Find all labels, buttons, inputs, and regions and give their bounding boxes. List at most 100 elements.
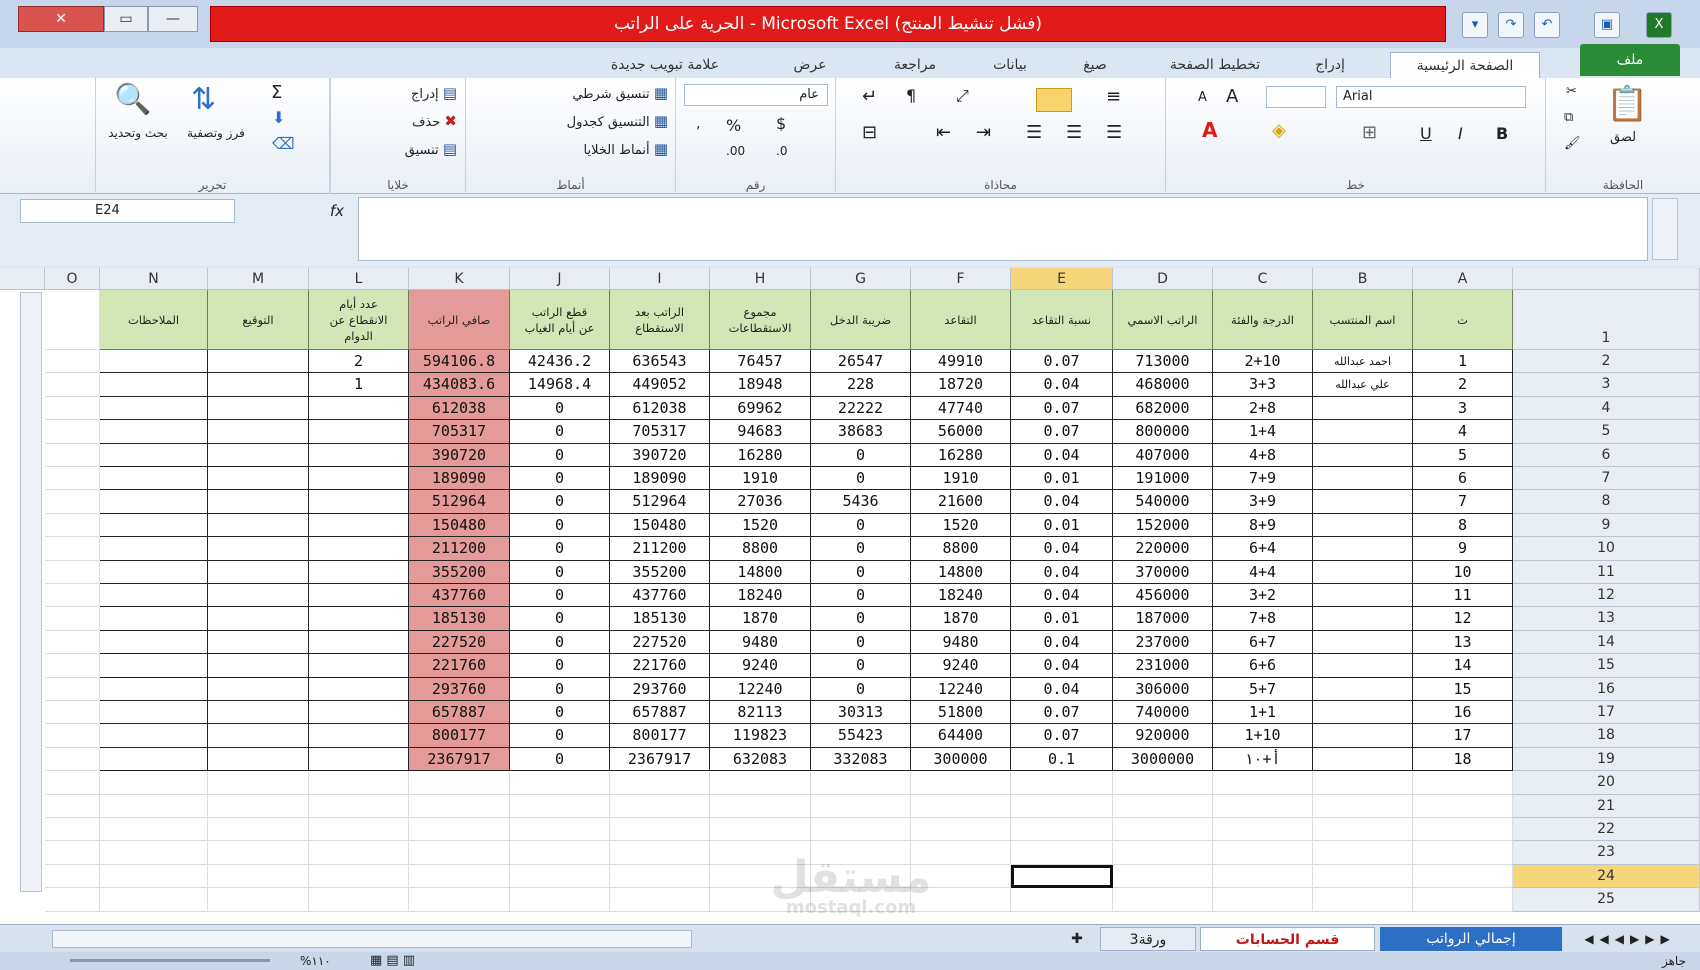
empty-cell[interactable]: [1113, 771, 1213, 795]
cell-a[interactable]: 2: [1413, 373, 1513, 397]
header-cell-d[interactable]: الراتب الاسمي: [1113, 290, 1213, 350]
empty-cell[interactable]: [309, 771, 409, 795]
cell-e[interactable]: 0.07: [1011, 420, 1113, 444]
header-cell-m[interactable]: التوقيع: [208, 290, 309, 350]
cell-j[interactable]: 0: [510, 490, 610, 514]
bold-button[interactable]: B: [1496, 124, 1508, 143]
cell-g[interactable]: 0: [811, 537, 911, 561]
cell-d[interactable]: 800000: [1113, 420, 1213, 444]
row-header[interactable]: 15: [1513, 654, 1700, 678]
cell-e[interactable]: 0.01: [1011, 513, 1113, 538]
empty-cell[interactable]: [811, 864, 911, 889]
cell-k[interactable]: 150480: [409, 513, 510, 538]
cell-d[interactable]: 306000: [1113, 677, 1213, 701]
empty-cell[interactable]: [208, 888, 309, 912]
percent-button[interactable]: %: [726, 116, 741, 135]
empty-cell[interactable]: [100, 841, 208, 865]
cell-n[interactable]: [100, 607, 208, 631]
cell-n[interactable]: [100, 443, 208, 467]
cell-k[interactable]: 657887: [409, 701, 510, 725]
cell-h[interactable]: 1520: [710, 513, 811, 538]
cell-i[interactable]: 612038: [610, 396, 710, 421]
column-header-l[interactable]: L: [309, 268, 409, 290]
cell-n[interactable]: [100, 654, 208, 678]
empty-cell[interactable]: [309, 888, 409, 912]
cell-g[interactable]: 0: [811, 584, 911, 608]
empty-cell[interactable]: [1113, 794, 1213, 818]
cell-h[interactable]: 119823: [710, 724, 811, 748]
cell-m[interactable]: [208, 420, 309, 444]
cell-g[interactable]: 38683: [811, 420, 911, 444]
cell-k[interactable]: 705317: [409, 420, 510, 444]
cell-c[interactable]: 6+7: [1213, 630, 1313, 655]
cell-l[interactable]: [309, 724, 409, 748]
cell-g[interactable]: 22222: [811, 396, 911, 421]
cell-c[interactable]: 6+4: [1213, 537, 1313, 561]
empty-cell[interactable]: [100, 794, 208, 818]
cell-i[interactable]: 185130: [610, 607, 710, 631]
cell-n[interactable]: [100, 467, 208, 491]
cell-o[interactable]: [45, 677, 100, 701]
cell-l[interactable]: [309, 560, 409, 584]
cell-f[interactable]: 14800: [911, 560, 1011, 584]
number-format-select[interactable]: عام: [684, 84, 828, 106]
cell-k[interactable]: 800177: [409, 724, 510, 748]
cell-m[interactable]: [208, 490, 309, 514]
cell-h[interactable]: 8800: [710, 537, 811, 561]
empty-cell[interactable]: [610, 794, 710, 818]
cell-c[interactable]: 4+8: [1213, 443, 1313, 467]
cell-f[interactable]: 49910: [911, 350, 1011, 374]
cell-n[interactable]: [100, 420, 208, 444]
cell-n[interactable]: [100, 490, 208, 514]
paste-button[interactable]: لصق: [1610, 130, 1636, 145]
cell-e[interactable]: 0.04: [1011, 677, 1113, 701]
format-painter-icon[interactable]: 🖌: [1564, 136, 1581, 151]
cell-e[interactable]: 0.07: [1011, 724, 1113, 748]
cell-j[interactable]: 0: [510, 467, 610, 491]
empty-cell[interactable]: [309, 794, 409, 818]
cell-j[interactable]: 0: [510, 701, 610, 725]
row-header[interactable]: 22: [1513, 818, 1700, 842]
cell-i[interactable]: 449052: [610, 373, 710, 397]
empty-cell[interactable]: [409, 794, 510, 818]
empty-cell[interactable]: [1113, 864, 1213, 889]
orientation-icon[interactable]: ⤢: [956, 86, 969, 106]
align-center-icon[interactable]: ☰: [1066, 122, 1082, 143]
cell-l[interactable]: [309, 654, 409, 678]
shrink-font-button[interactable]: A: [1198, 90, 1207, 105]
cell-o[interactable]: [45, 420, 100, 444]
empty-cell[interactable]: [1213, 841, 1313, 865]
cell-d[interactable]: 152000: [1113, 513, 1213, 538]
formula-input[interactable]: [358, 197, 1648, 261]
cell-j[interactable]: 0: [510, 584, 610, 608]
row-header[interactable]: 23: [1513, 841, 1700, 865]
horizontal-scrollbar[interactable]: [52, 930, 692, 948]
cell-g[interactable]: 0: [811, 677, 911, 701]
cell-a[interactable]: 17: [1413, 724, 1513, 748]
cell-k[interactable]: 221760: [409, 654, 510, 678]
cell-n[interactable]: [100, 724, 208, 748]
cell-i[interactable]: 293760: [610, 677, 710, 701]
empty-cell[interactable]: [1011, 794, 1113, 818]
empty-cell[interactable]: [1413, 771, 1513, 795]
row-header[interactable]: 16: [1513, 677, 1700, 701]
fill-icon[interactable]: ⬇: [272, 108, 285, 127]
empty-cell[interactable]: [45, 864, 100, 889]
empty-cell[interactable]: [100, 888, 208, 912]
cell-m[interactable]: [208, 724, 309, 748]
cell-e[interactable]: 0.04: [1011, 537, 1113, 561]
empty-cell[interactable]: [409, 818, 510, 842]
tab-page-layout[interactable]: تخطيط الصفحة: [1150, 52, 1280, 78]
cell-d[interactable]: 407000: [1113, 443, 1213, 467]
find-select-button[interactable]: بحث وتحديد: [108, 126, 168, 140]
row-header[interactable]: 2: [1513, 350, 1700, 374]
cell-b[interactable]: [1313, 537, 1413, 561]
cell-f[interactable]: 1870: [911, 607, 1011, 631]
cell-b[interactable]: [1313, 560, 1413, 584]
sort-filter-icon[interactable]: ⇅: [191, 82, 216, 117]
cell-o[interactable]: [45, 467, 100, 491]
cell-o[interactable]: [45, 537, 100, 561]
cell-a[interactable]: 12: [1413, 607, 1513, 631]
cell-o[interactable]: [45, 607, 100, 631]
cell-d[interactable]: 237000: [1113, 630, 1213, 655]
